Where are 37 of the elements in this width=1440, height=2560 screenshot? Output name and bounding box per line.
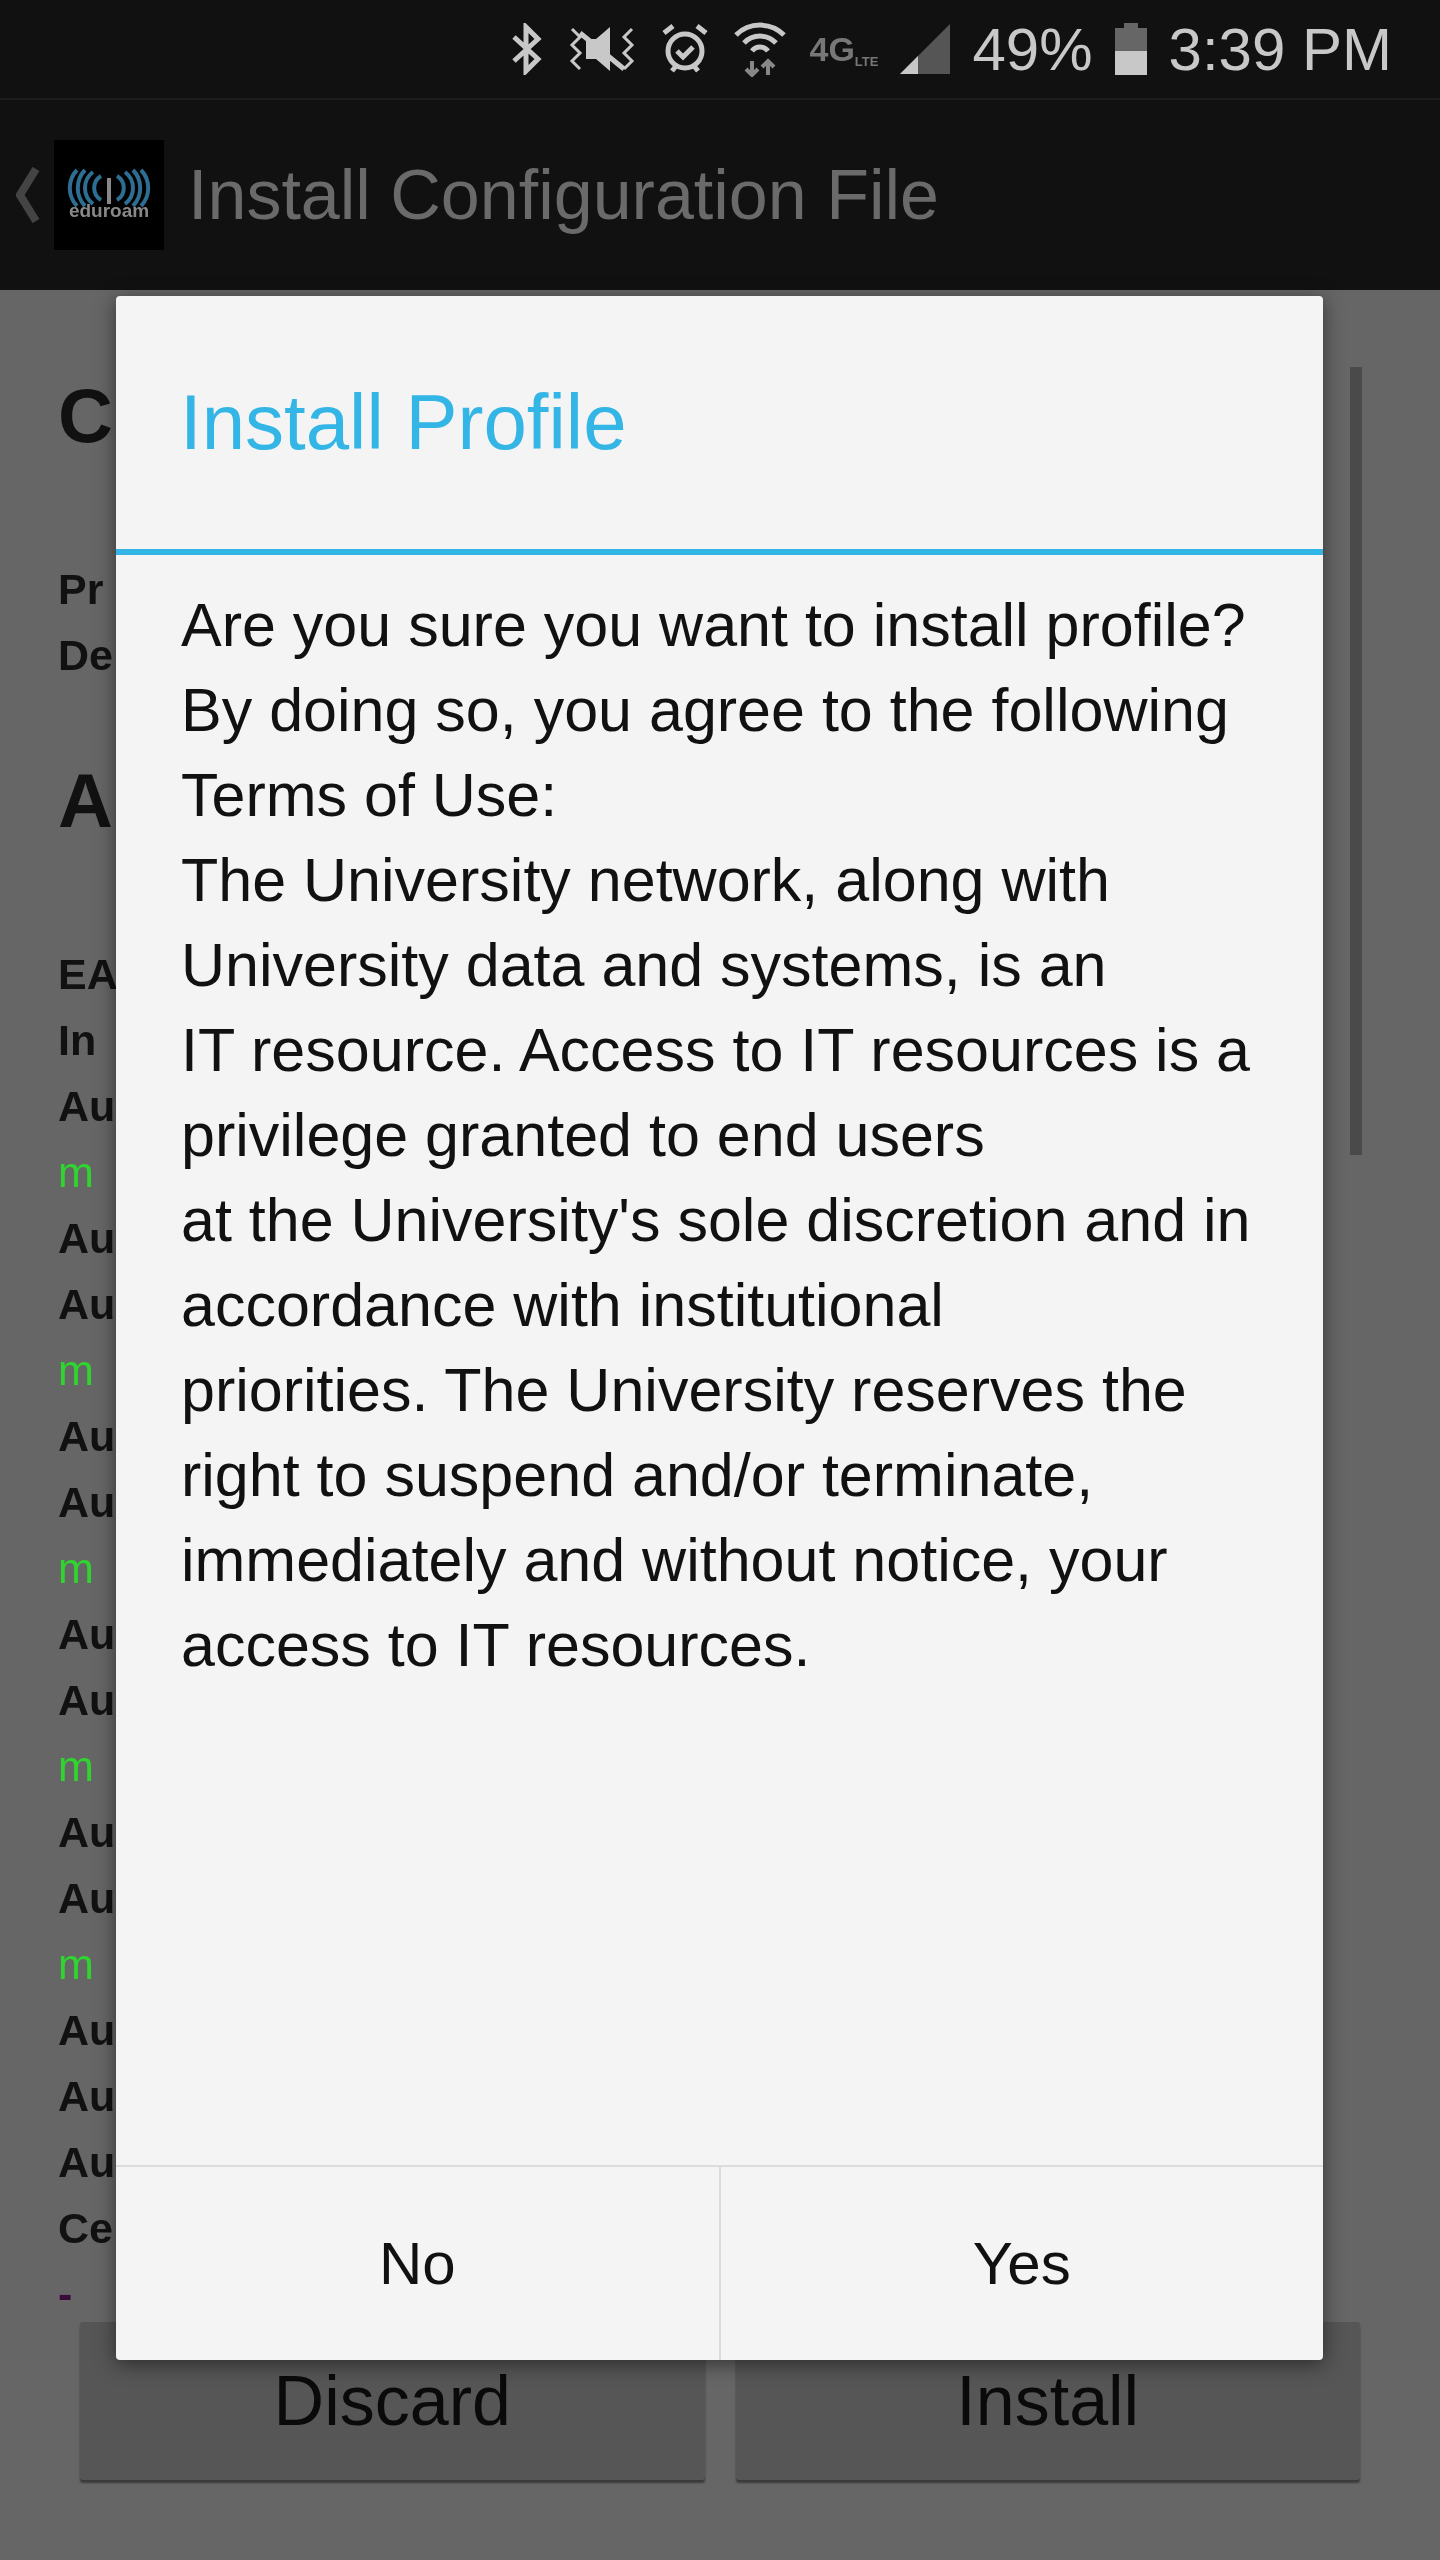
logo-text: eduroam (68, 200, 150, 222)
battery-icon (1114, 23, 1147, 75)
section-heading: A (58, 757, 113, 845)
field-value: m (58, 1345, 94, 1396)
field-label: Au (58, 1873, 116, 1924)
signal-icon (900, 24, 951, 74)
field-label: Au (58, 2005, 116, 2056)
field-label: In (58, 1015, 97, 1066)
field-label: Pr (58, 564, 104, 615)
field-label: De (58, 630, 113, 681)
field-label: Au (58, 2071, 116, 2122)
section-heading: C (58, 372, 113, 460)
field-label: Au (58, 1477, 116, 1528)
field-label: Au (58, 2137, 116, 2188)
dialog-title: Install Profile (116, 296, 1323, 555)
field-label: Au (58, 1279, 116, 1330)
field-value: m (58, 1543, 94, 1594)
clock: 3:39 PM (1168, 14, 1392, 84)
field-label: Au (58, 1609, 116, 1660)
network-subtype: LTE (854, 53, 879, 69)
screen-title: Install Configuration File (188, 155, 939, 235)
network-type: 4G (809, 29, 855, 69)
back-chevron-icon[interactable] (16, 167, 40, 223)
field-label: Au (58, 1411, 116, 1462)
field-value: m (58, 1939, 94, 1990)
field-label: Au (58, 1081, 116, 1132)
field-value: m (58, 1147, 94, 1198)
field-value: m (58, 1741, 94, 1792)
field-label: Au (58, 1213, 116, 1264)
field-label: Ce (58, 2203, 113, 2254)
field-label: EA (58, 949, 118, 1000)
dialog-message: Are you sure you want to install profile? By doing so, you agree to the following Terms of Use: The University network, along with University data and systems, is an IT resource. Access to IT resources is a privilege granted to end users at the University's sole discretion and in accordance with institutional priorities. The University reserves the right to suspend and/or terminate, immediately and without notice, your access to IT resources. (180, 590, 1252, 1681)
battery-percent: 49% (972, 14, 1093, 84)
field-label: Au (58, 1675, 116, 1726)
yes-button[interactable]: Yes (718, 2167, 1323, 2360)
list-item: - (58, 2269, 73, 2320)
field-label: Au (58, 1807, 116, 1858)
